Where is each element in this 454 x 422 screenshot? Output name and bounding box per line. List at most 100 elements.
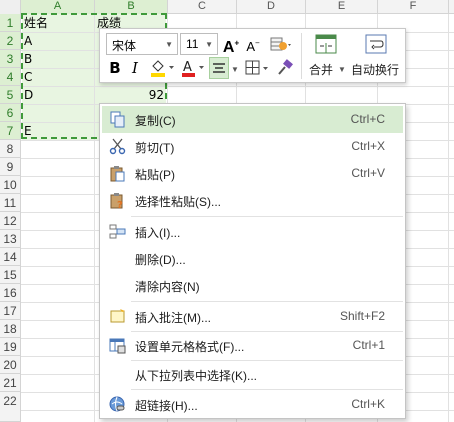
scissors-icon <box>109 138 126 155</box>
increase-font-size-button[interactable]: A+ <box>221 33 241 57</box>
row-header-7[interactable]: 7 <box>0 122 21 140</box>
cell-style-icon <box>270 37 291 51</box>
context-menu: 复制(C) Ctrl+C 剪切(T) Ctrl+X 粘贴(P) Ctrl+V ?… <box>99 103 406 419</box>
bold-button[interactable]: B <box>106 57 124 79</box>
row-header-21[interactable]: 21 <box>0 374 21 392</box>
merge-button[interactable]: 合并 ▼ <box>306 31 346 82</box>
font-shrink-icon: A− <box>246 39 260 55</box>
chevron-down-icon: ▼ <box>338 65 346 74</box>
row-header-4[interactable]: 4 <box>0 68 21 86</box>
menu-item-label: 选择性粘贴(S)... <box>135 195 221 209</box>
menu-item-cut[interactable]: 剪切(T) Ctrl+X <box>102 133 403 160</box>
toolbar-separator <box>301 33 302 79</box>
decrease-font-size-button[interactable]: A− <box>243 33 263 55</box>
menu-separator <box>131 216 403 217</box>
column-header-e[interactable]: E <box>306 0 378 14</box>
hyperlink-icon <box>109 396 125 412</box>
row-header-2[interactable]: 2 <box>0 32 21 50</box>
column-header-c[interactable]: C <box>168 0 237 14</box>
paste-special-icon: ? <box>110 193 123 209</box>
row-header-11[interactable]: 11 <box>0 194 21 212</box>
svg-text:A: A <box>183 60 192 75</box>
menu-item-label: 清除内容(N) <box>135 280 200 294</box>
wrap-text-label: 自动换行 <box>351 63 400 77</box>
cell-style-button[interactable] <box>266 33 296 55</box>
menu-item-shortcut: Ctrl+1 <box>352 338 385 352</box>
font-color-button[interactable]: A <box>179 57 207 79</box>
row-header-14[interactable]: 14 <box>0 248 21 266</box>
menu-item-label: 插入批注(M)... <box>135 311 211 325</box>
row-header-16[interactable]: 16 <box>0 284 21 302</box>
row-header-20[interactable]: 20 <box>0 356 21 374</box>
menu-item-hyperlink[interactable]: 超链接(H)... Ctrl+K <box>102 391 403 418</box>
column-header-d[interactable]: D <box>237 0 306 14</box>
row-header-8[interactable]: 8 <box>0 140 21 158</box>
row-header-1[interactable]: 1 <box>0 14 21 32</box>
row-header-18[interactable]: 18 <box>0 320 21 338</box>
menu-item-paste[interactable]: 粘贴(P) Ctrl+V <box>102 160 403 187</box>
menu-item-label: 粘贴(P) <box>135 168 175 182</box>
format-painter-icon <box>278 59 293 75</box>
menu-separator <box>131 389 403 390</box>
align-center-button[interactable] <box>209 57 229 79</box>
row-header-12[interactable]: 12 <box>0 212 21 230</box>
bold-icon: B <box>109 59 121 77</box>
comment-icon <box>110 309 125 323</box>
menu-item-shortcut: Ctrl+V <box>351 166 385 180</box>
menu-item-label: 超链接(H)... <box>135 399 198 413</box>
chevron-down-icon: ▼ <box>165 40 173 49</box>
menu-item-label: 删除(D)... <box>135 253 186 267</box>
column-header-row: A B C D E F <box>0 0 454 14</box>
font-name-select[interactable]: 宋体 ▼ <box>106 33 178 55</box>
mini-toolbar: 宋体 ▼ 11 ▼ A+ A− B I A ▼ 合并 ▼ 自动换行 <box>99 28 406 83</box>
menu-item-copy[interactable]: 复制(C) Ctrl+C <box>102 106 403 133</box>
font-color-icon: A <box>182 60 204 77</box>
menu-item-delete[interactable]: 删除(D)... <box>102 245 403 272</box>
align-dropdown-button[interactable]: ▼ <box>230 57 240 79</box>
row-header-13[interactable]: 13 <box>0 230 21 248</box>
paint-bucket-icon <box>151 60 174 77</box>
menu-item-shortcut: Ctrl+X <box>351 139 385 153</box>
italic-icon: I <box>132 59 138 77</box>
column-header-b[interactable]: B <box>95 0 168 14</box>
font-size-select[interactable]: 11 ▼ <box>180 33 218 55</box>
menu-item-insert[interactable]: 插入(I)... <box>102 218 403 245</box>
insert-icon <box>109 224 126 239</box>
menu-item-shortcut: Ctrl+C <box>350 112 385 126</box>
menu-item-label: 剪切(T) <box>135 141 175 155</box>
row-header-6[interactable]: 6 <box>0 104 21 122</box>
chevron-down-icon: ▼ <box>205 40 213 49</box>
italic-button[interactable]: I <box>126 57 144 79</box>
align-center-icon <box>213 63 225 73</box>
merge-label: 合并 <box>309 63 334 77</box>
row-header-17[interactable]: 17 <box>0 302 21 320</box>
row-header-3[interactable]: 3 <box>0 50 21 68</box>
gridline <box>448 14 449 422</box>
select-all-corner[interactable] <box>0 0 21 14</box>
row-header-5[interactable]: 5 <box>0 86 21 104</box>
svg-text:?: ? <box>117 200 123 209</box>
column-header-a[interactable]: A <box>21 0 95 14</box>
menu-item-shortcut: Shift+F2 <box>339 309 385 323</box>
row-header-15[interactable]: 15 <box>0 266 21 284</box>
menu-item-label: 复制(C) <box>135 114 176 128</box>
font-size-value: 11 <box>186 37 199 51</box>
row-header-22[interactable]: 22 <box>0 392 21 422</box>
format-cells-icon <box>109 338 126 354</box>
menu-item-format-cells[interactable]: 设置单元格格式(F)... Ctrl+1 <box>102 332 403 359</box>
format-painter-button[interactable] <box>274 57 296 79</box>
menu-item-pick-from-list[interactable]: 从下拉列表中选择(K)... <box>102 361 403 388</box>
menu-item-label: 插入(I)... <box>135 226 181 240</box>
fill-color-button[interactable] <box>147 57 177 79</box>
borders-button[interactable] <box>244 57 272 79</box>
menu-separator <box>131 301 403 302</box>
menu-item-insert-comment[interactable]: 插入批注(M)... Shift+F2 <box>102 303 403 330</box>
row-header-10[interactable]: 10 <box>0 176 21 194</box>
row-header-9[interactable]: 9 <box>0 158 21 176</box>
column-header-f[interactable]: F <box>378 0 449 14</box>
wrap-text-button[interactable]: 自动换行 <box>350 31 404 82</box>
font-grow-icon: A+ <box>222 39 240 57</box>
row-header-19[interactable]: 19 <box>0 338 21 356</box>
menu-item-clear-contents[interactable]: 清除内容(N) <box>102 272 403 299</box>
menu-item-paste-special[interactable]: ? 选择性粘贴(S)... <box>102 187 403 214</box>
